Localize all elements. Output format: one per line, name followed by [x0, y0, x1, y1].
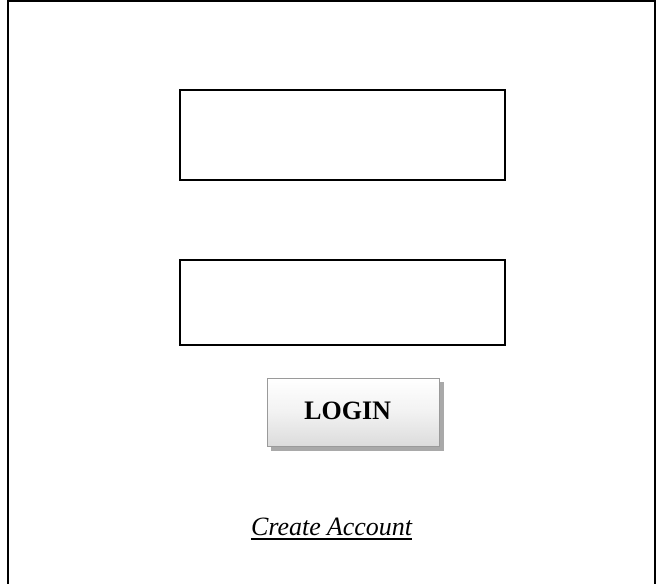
username-input[interactable] [179, 89, 506, 181]
password-input[interactable] [179, 259, 506, 346]
login-button-label: LOGIN [304, 395, 391, 425]
login-panel: LOGIN Create Account [7, 0, 656, 584]
login-button[interactable]: LOGIN [267, 378, 440, 447]
create-account-link[interactable]: Create Account [9, 512, 654, 542]
